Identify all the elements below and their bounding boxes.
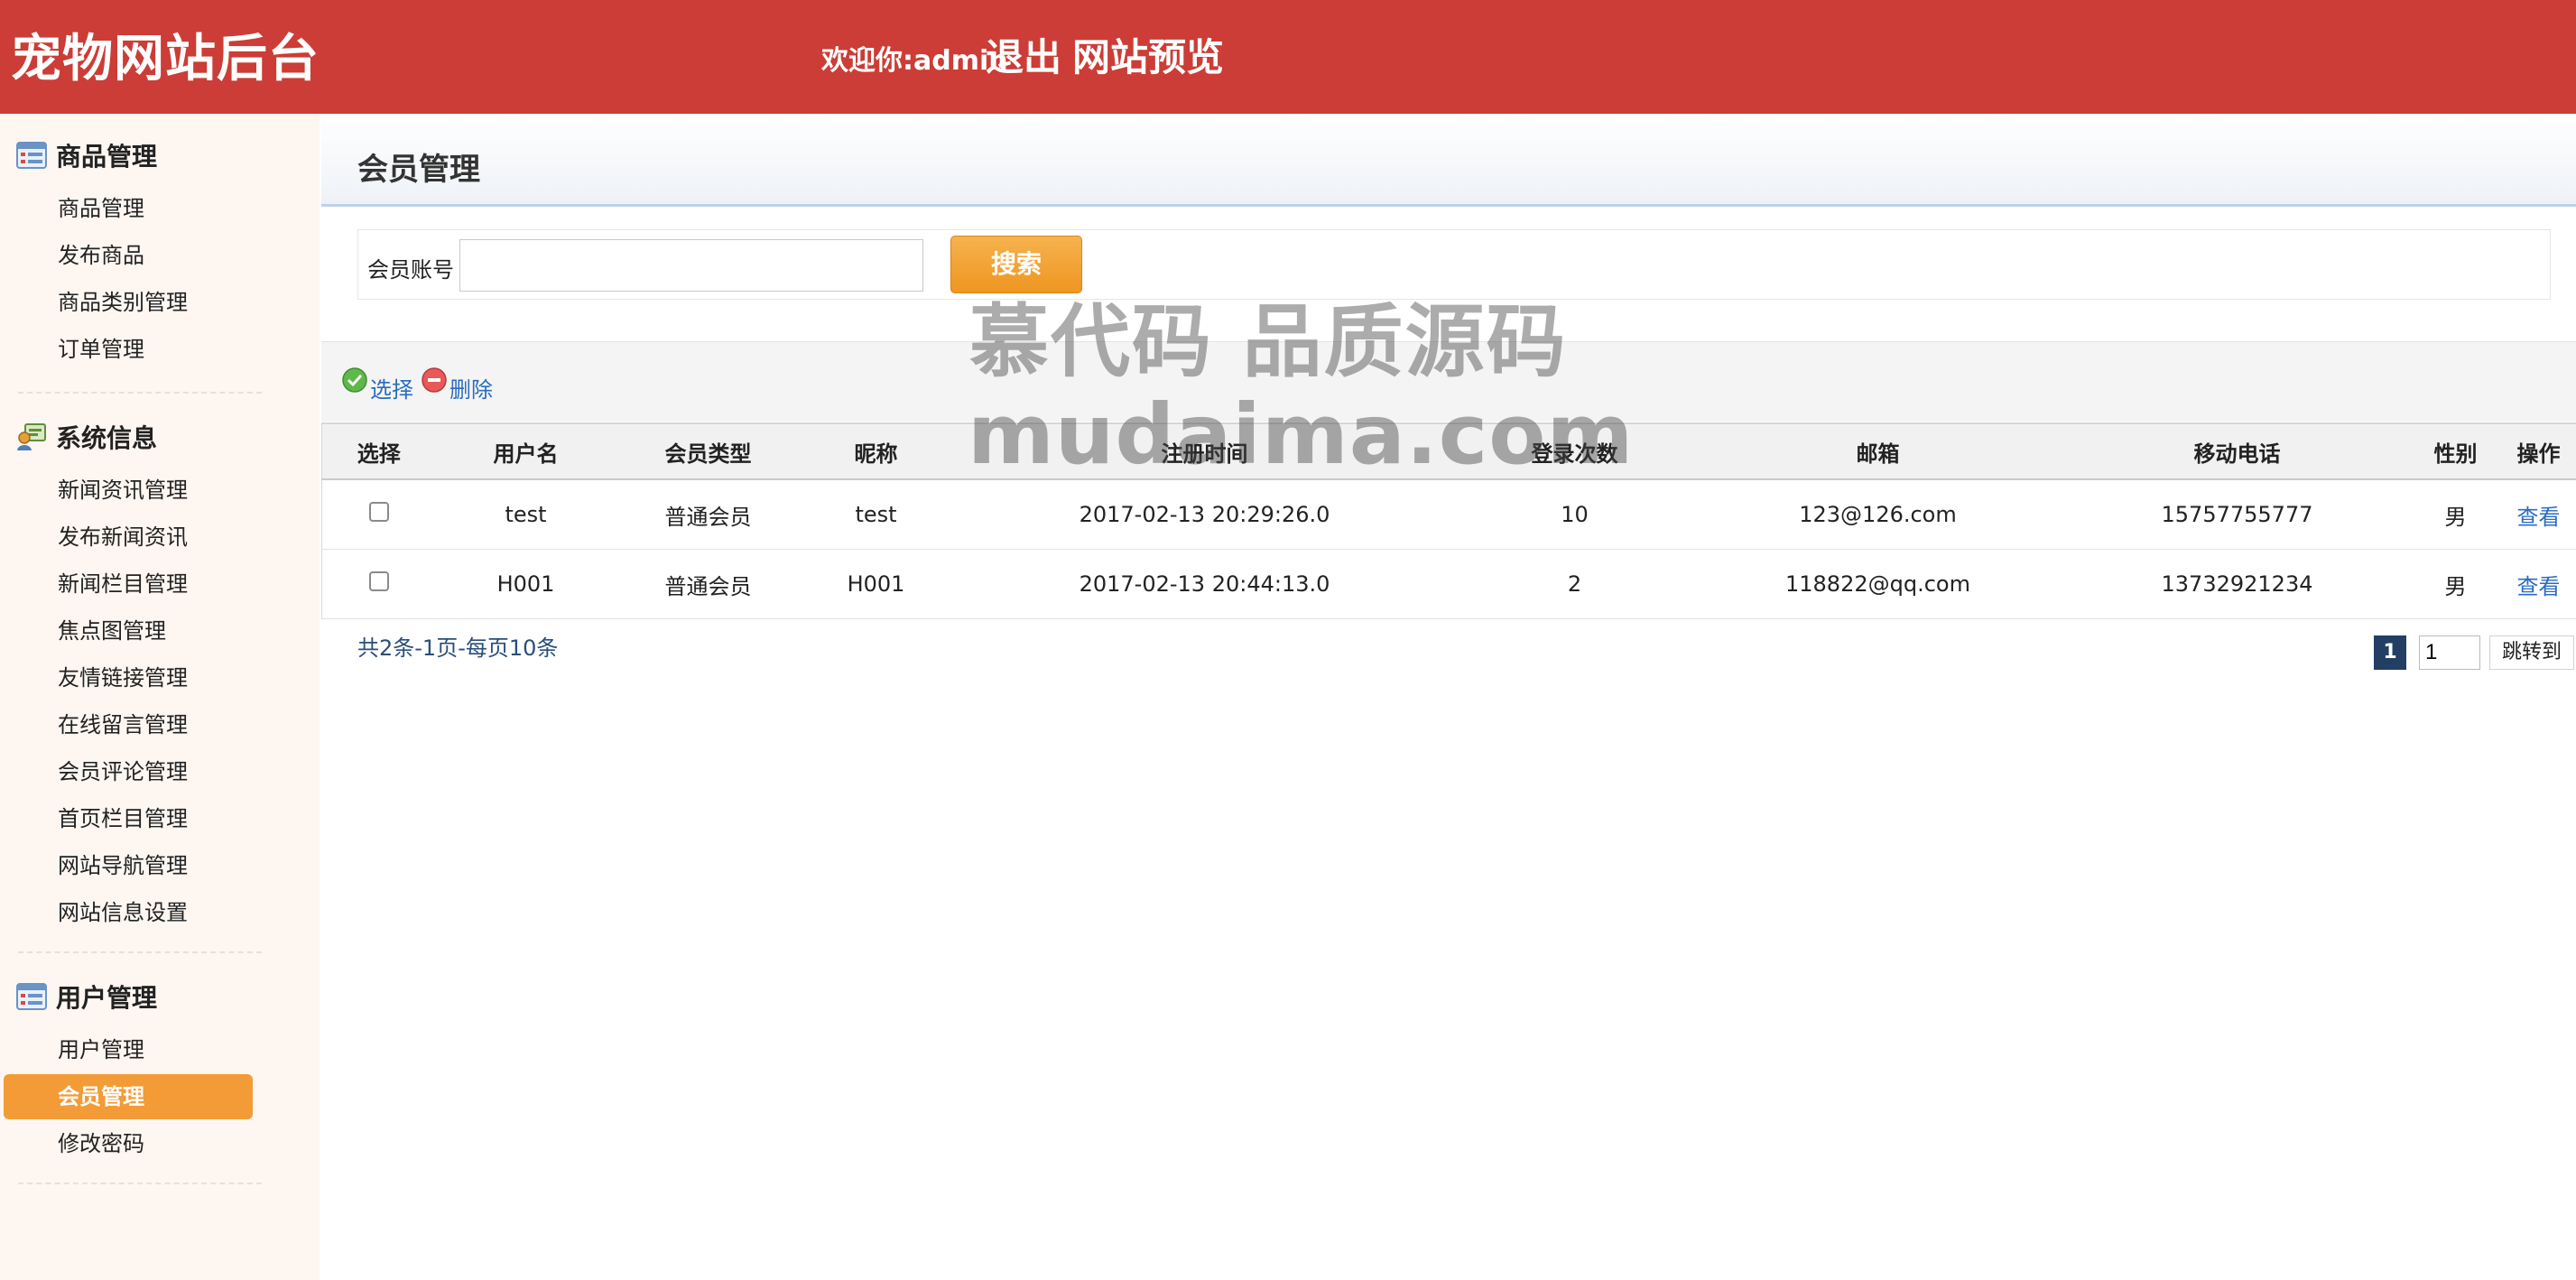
- column-header: 登录次数: [1457, 422, 1692, 480]
- nickname-cell: test: [800, 479, 952, 550]
- action-cell: 查看: [2500, 549, 2576, 619]
- view-link[interactable]: 查看: [2517, 574, 2561, 599]
- sidebar-group-system: 系统信息: [16, 417, 157, 457]
- sidebar-item-user-manage[interactable]: 用户管理: [4, 1027, 253, 1072]
- sidebar-group-products: 商品管理: [16, 135, 157, 175]
- registered-cell: 2017-02-13 20:29:26.0: [951, 479, 1458, 550]
- site-title: 宠物网站后台: [11, 30, 320, 88]
- sidebar-group-title: 用户管理: [56, 983, 158, 1013]
- member-type-cell: 普通会员: [616, 479, 801, 550]
- sidebar-divider: [18, 951, 262, 953]
- email-cell: 123@126.com: [1691, 479, 2064, 550]
- table-header-row: 选择 用户名 会员类型 昵称 注册时间 登录次数 邮箱 移动电话 性别 操作: [321, 422, 2576, 480]
- sidebar-item-site-info[interactable]: 网站信息设置: [4, 890, 253, 935]
- search-button[interactable]: 搜索: [950, 236, 1082, 293]
- logins-cell: 10: [1457, 479, 1692, 550]
- sidebar-item-friend-links[interactable]: 友情链接管理: [4, 655, 253, 700]
- table-toolbar: 选择 删除: [321, 341, 2576, 422]
- delete-button[interactable]: 删除: [421, 342, 493, 422]
- row-checkbox[interactable]: [368, 502, 389, 522]
- nickname-cell: H001: [800, 549, 952, 619]
- sidebar-item-orders[interactable]: 订单管理: [4, 327, 253, 372]
- page-header: 会员管理: [321, 114, 2576, 207]
- sidebar-item-focus-image[interactable]: 焦点图管理: [4, 608, 253, 654]
- sidebar-item-home-column[interactable]: 首页栏目管理: [4, 796, 253, 841]
- system-info-icon: [17, 423, 46, 450]
- sidebar-item-messages[interactable]: 在线留言管理: [4, 702, 253, 747]
- list-icon: [16, 983, 47, 1010]
- check-circle-icon: [342, 367, 367, 393]
- column-header: 性别: [2410, 422, 2501, 480]
- column-header: 会员类型: [616, 422, 801, 480]
- sidebar-divider: [18, 392, 262, 394]
- list-icon: [16, 142, 47, 169]
- column-header: 移动电话: [2063, 422, 2411, 480]
- gender-cell: 男: [2410, 549, 2501, 619]
- select-label: 选择: [370, 376, 413, 403]
- row-checkbox[interactable]: [368, 571, 389, 591]
- main-content: 会员管理 会员账号 搜索 选择 删除 选择 用户名 会员类型 昵称 注册时间 登…: [321, 114, 2576, 1280]
- pagination-summary: 共2条-1页-每页10条: [357, 635, 559, 661]
- column-header: 操作: [2500, 422, 2576, 480]
- sidebar-item-site-nav[interactable]: 网站导航管理: [4, 843, 253, 888]
- sidebar-group-title: 商品管理: [56, 142, 158, 172]
- sidebar-item-change-password[interactable]: 修改密码: [4, 1121, 253, 1166]
- current-page-button[interactable]: 1: [2374, 635, 2406, 670]
- sidebar-group-users: 用户管理: [16, 977, 157, 1016]
- gender-cell: 男: [2410, 479, 2501, 550]
- member-type-cell: 普通会员: [616, 549, 801, 619]
- select-button[interactable]: 选择: [341, 342, 413, 422]
- username-cell: H001: [435, 549, 616, 619]
- column-header: 选择: [321, 422, 436, 480]
- sidebar-item-publish-news[interactable]: 发布新闻资讯: [4, 515, 253, 560]
- email-cell: 118822@qq.com: [1691, 549, 2064, 619]
- top-header: 宠物网站后台 欢迎你:admin 退出 网站预览: [0, 0, 2576, 114]
- page-title: 会员管理: [357, 152, 480, 188]
- member-table: 选择 用户名 会员类型 昵称 注册时间 登录次数 邮箱 移动电话 性别 操作 t…: [321, 422, 2576, 619]
- logins-cell: 2: [1457, 549, 1692, 619]
- site-preview-link[interactable]: 网站预览: [1072, 27, 1224, 82]
- sidebar-group-title: 系统信息: [56, 423, 158, 453]
- column-header: 注册时间: [951, 422, 1458, 480]
- logout-link[interactable]: 退出: [986, 27, 1061, 82]
- view-link[interactable]: 查看: [2517, 505, 2561, 530]
- sidebar-item-product-manage[interactable]: 商品管理: [4, 186, 253, 231]
- sidebar: 商品管理 商品管理 发布商品 商品类别管理 订单管理 系统信息 新闻资讯管理 发…: [0, 114, 320, 1280]
- minus-circle-icon: [422, 367, 447, 393]
- page-jump-input[interactable]: [2419, 635, 2480, 670]
- sidebar-item-product-category[interactable]: 商品类别管理: [4, 280, 253, 325]
- sidebar-item-publish-product[interactable]: 发布商品: [4, 233, 253, 278]
- sidebar-item-member-comments[interactable]: 会员评论管理: [4, 749, 253, 794]
- column-header: 用户名: [435, 422, 616, 480]
- member-account-input[interactable]: [459, 239, 923, 292]
- phone-cell: 15757755777: [2063, 479, 2411, 550]
- search-label: 会员账号: [367, 257, 454, 283]
- welcome-text: 欢迎你:admin: [821, 45, 1008, 77]
- registered-cell: 2017-02-13 20:44:13.0: [951, 549, 1458, 619]
- table-row: H001 普通会员 H001 2017-02-13 20:44:13.0 2 1…: [321, 549, 2576, 619]
- delete-label: 删除: [449, 376, 493, 403]
- row-select-cell: [321, 549, 436, 619]
- column-header: 邮箱: [1691, 422, 2064, 480]
- table-row: test 普通会员 test 2017-02-13 20:29:26.0 10 …: [321, 479, 2576, 550]
- search-panel: 会员账号 搜索: [357, 229, 2551, 300]
- column-header: 昵称: [800, 422, 952, 480]
- action-cell: 查看: [2500, 479, 2576, 550]
- jump-to-button[interactable]: 跳转到: [2489, 635, 2574, 670]
- row-select-cell: [321, 479, 436, 550]
- sidebar-item-news-manage[interactable]: 新闻资讯管理: [4, 468, 253, 513]
- sidebar-item-news-column[interactable]: 新闻栏目管理: [4, 561, 253, 607]
- sidebar-item-member-manage[interactable]: 会员管理: [4, 1074, 253, 1119]
- username-cell: test: [435, 479, 616, 550]
- phone-cell: 13732921234: [2063, 549, 2411, 619]
- sidebar-divider: [18, 1183, 262, 1184]
